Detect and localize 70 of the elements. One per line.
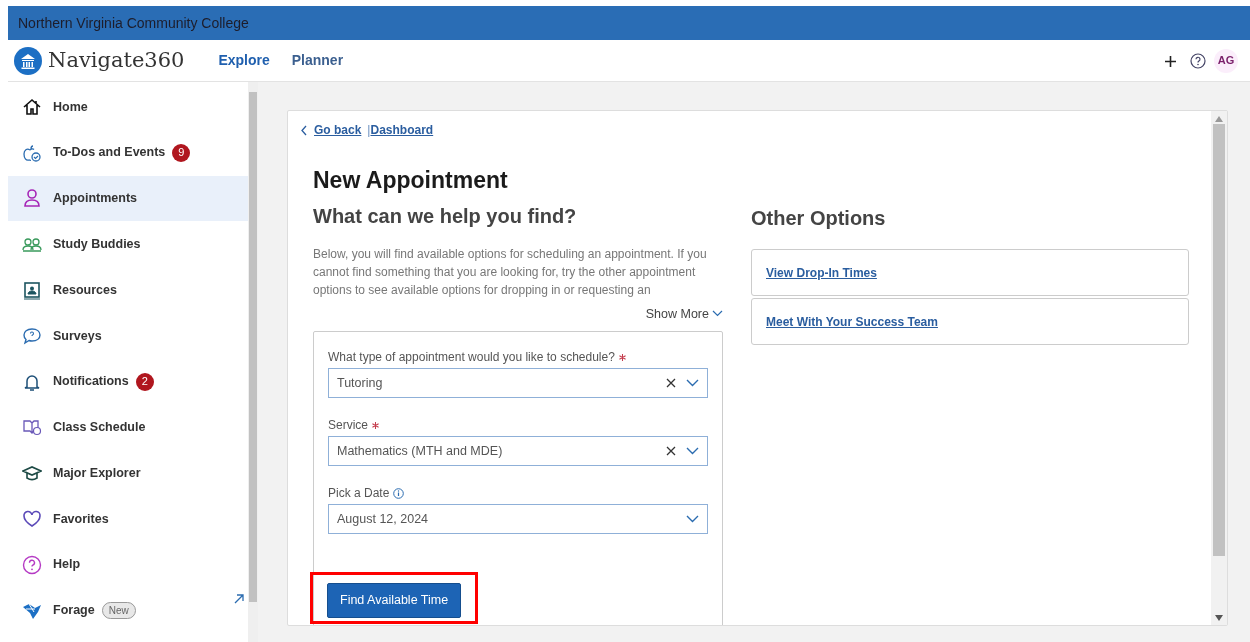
description-text: Below, you will find available options for scheduling an appointment. If you cannot find something that you are looking for, try the other appointment options to see available options for dropping in or requesting an (313, 245, 708, 299)
sidebar-item[interactable]: Favorites (8, 496, 248, 542)
sidebar-item[interactable]: Class Schedule (8, 404, 248, 451)
back-chevron-icon (300, 124, 308, 136)
count-badge: 2 (135, 372, 154, 391)
option-link[interactable]: View Drop-In Times (766, 263, 877, 282)
chevron-down-icon (712, 310, 723, 318)
nav-tab[interactable]: Planner (291, 50, 344, 71)
user-avatar[interactable]: AG (1214, 48, 1238, 73)
other-options-heading: Other Options (751, 206, 887, 231)
sidebar-label: Home (53, 98, 88, 116)
sidebar-item[interactable]: Resources (8, 267, 248, 313)
sidebar-label: Resources (53, 281, 117, 299)
home-icon (22, 96, 42, 117)
institution-name: Northern Virginia Community College (18, 13, 249, 33)
book-clock-icon (22, 417, 42, 438)
field-label: Service (328, 417, 368, 435)
sidebar-label: Class Schedule (53, 419, 146, 437)
sidebar-item[interactable]: Surveys (8, 313, 248, 359)
scrollbar-thumb[interactable] (1213, 124, 1225, 556)
sidebar-label: Notifications (53, 373, 129, 391)
person-icon (22, 188, 42, 209)
apple-check-icon (22, 142, 42, 163)
sidebar-label: Surveys (53, 327, 102, 345)
section-heading: What can we help you find? (313, 203, 578, 229)
sidebar-item[interactable]: Major Explorer (8, 450, 248, 497)
id-card-icon (22, 280, 42, 301)
sidebar-label: Help (53, 556, 81, 574)
sidebar-item[interactable]: Home (8, 84, 248, 130)
sidebar-label: To-Dos and Events (53, 144, 166, 162)
count-badge: 9 (172, 143, 191, 162)
building-logo-icon (14, 46, 42, 75)
question-bubble-icon (22, 325, 42, 346)
dropdown-field[interactable]: August 12, 2024 (328, 504, 708, 535)
scroll-down-icon[interactable] (1215, 615, 1223, 621)
field-label: What type of appointment would you like to schedule? (328, 349, 615, 367)
brand-name: Navigate360 (48, 46, 185, 74)
sidebar-item[interactable]: Help (8, 541, 248, 588)
sidebar-item[interactable]: To-Dos and Events 9 (8, 129, 248, 176)
help-icon[interactable] (1190, 52, 1206, 69)
clear-icon[interactable] (666, 378, 676, 389)
sidebar-label: Study Buddies (53, 235, 141, 253)
scrollbar-thumb[interactable] (249, 92, 257, 602)
show-more-button[interactable]: Show More (645, 304, 723, 324)
clear-icon[interactable] (666, 446, 676, 457)
sidebar-item[interactable]: Study Buddies (8, 221, 248, 268)
find-available-time-button[interactable]: Find Available Time (327, 583, 462, 619)
sidebar-label: Forage (53, 602, 95, 620)
field-label: Pick a Date (328, 485, 390, 503)
dropdown-field[interactable]: Tutoring (328, 368, 708, 399)
info-icon[interactable] (393, 487, 405, 499)
sidebar-label: Appointments (53, 190, 138, 208)
page-title: New Appointment (313, 167, 509, 195)
nav-tab[interactable]: Explore (218, 50, 270, 71)
sidebar-item[interactable]: Appointments (8, 175, 248, 222)
chevron-down-icon (686, 447, 699, 456)
dropdown-field[interactable]: Mathematics (MTH and MDE) (328, 436, 708, 467)
chevron-down-icon (686, 379, 699, 388)
option-link[interactable]: Meet With Your Success Team (766, 312, 938, 331)
heart-icon (22, 509, 42, 530)
sidebar-item[interactable]: Notifications 2 (8, 358, 248, 405)
chevron-down-icon (686, 515, 699, 524)
help-icon (22, 554, 42, 575)
sidebar-item[interactable]: Forage New (8, 587, 248, 634)
sidebar-label: Major Explorer (53, 464, 141, 482)
dashboard-link[interactable]: Dashboard (370, 121, 434, 139)
breadcrumb-separator: | (367, 122, 371, 139)
new-tag: New (101, 602, 136, 620)
sidebar-label: Favorites (53, 510, 109, 528)
go-back-link[interactable]: Go back (314, 121, 362, 139)
